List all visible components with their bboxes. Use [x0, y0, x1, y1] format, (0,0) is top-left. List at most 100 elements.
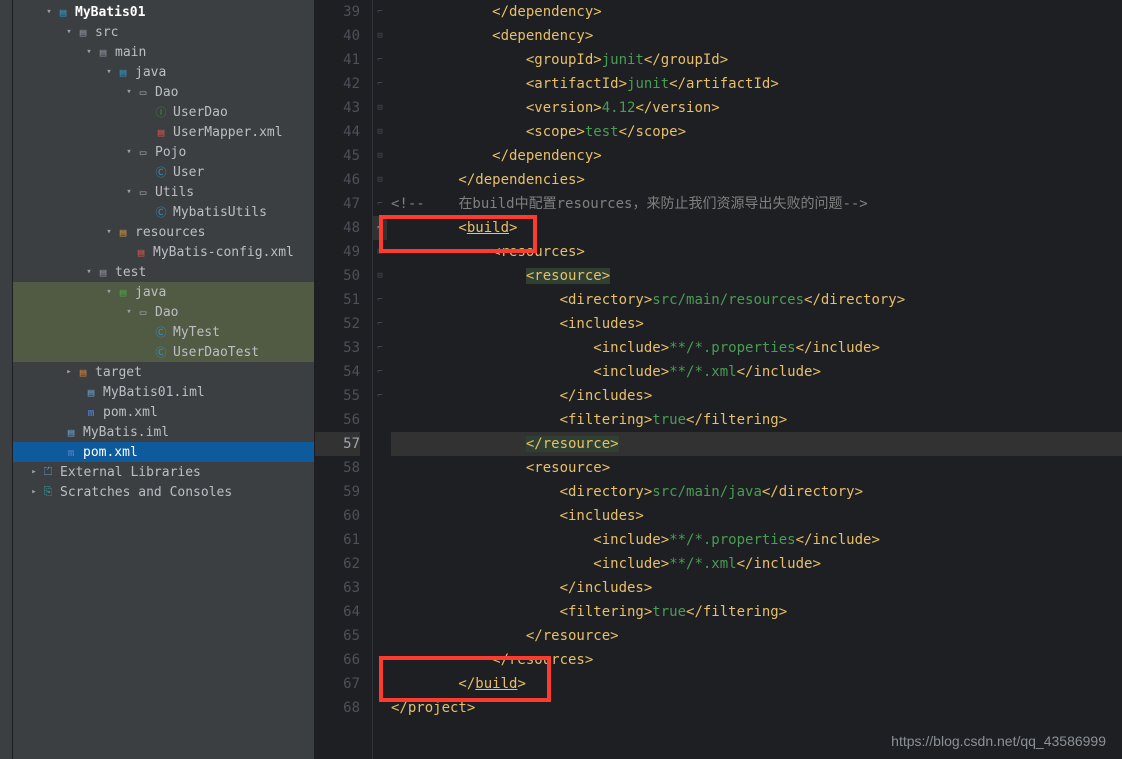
gutter-line-47: 47	[315, 192, 360, 216]
project-tree[interactable]: ▾▤MyBatis01 ▾▤src ▾▤main ▾▤java ▾▭Dao ⒾU…	[13, 0, 315, 759]
line-44: <scope>test</scope>	[391, 120, 1122, 144]
gutter-line-63: 63	[315, 576, 360, 600]
fold-mark-68[interactable]: ⌐	[373, 384, 387, 408]
tree-pkg-pojo[interactable]: ▾▭Pojo	[13, 142, 314, 162]
gutter-line-39: 39	[315, 0, 360, 24]
fold-mark-40[interactable]: ⊟	[373, 24, 387, 48]
line-63: </includes>	[391, 576, 1122, 600]
line-66: </resources>	[391, 648, 1122, 672]
tree-file-mybatis-config[interactable]: ▤MyBatis-config.xml	[13, 242, 314, 262]
gutter-line-67: 67	[315, 672, 360, 696]
gutter-line-50: 50	[315, 264, 360, 288]
line-49: <resources>	[391, 240, 1122, 264]
fold-mark-46[interactable]: ⌐	[373, 72, 387, 96]
tree-file-user[interactable]: ⒸUser	[13, 162, 314, 182]
gutter-line-56: 56	[315, 408, 360, 432]
line-52: <includes>	[391, 312, 1122, 336]
watermark: https://blog.csdn.net/qq_43586999	[891, 733, 1106, 749]
gutter-line-53: 53	[315, 336, 360, 360]
line-61: <include>**/*.properties</include>	[391, 528, 1122, 552]
tree-file-userdaotest[interactable]: ⒸUserDaoTest	[13, 342, 314, 362]
tree-file-mybatis-iml[interactable]: ▤MyBatis.iml	[13, 422, 314, 442]
line-56: <filtering>true</filtering>	[391, 408, 1122, 432]
tree-folder-src[interactable]: ▾▤src	[13, 22, 314, 42]
fold-mark-60[interactable]: ⊟	[373, 264, 387, 288]
tree-file-mybatisutils[interactable]: ⒸMybatisUtils	[13, 202, 314, 222]
gutter-line-62: 62	[315, 552, 360, 576]
fold-mark-65[interactable]: ⌐	[373, 312, 387, 336]
line-51: <directory>src/main/resources</directory…	[391, 288, 1122, 312]
tree-pkg-dao[interactable]: ▾▭Dao	[13, 82, 314, 102]
fold-mark-48[interactable]: ⊟	[373, 96, 387, 120]
tree-file-pom-xml[interactable]: mpom.xml	[13, 402, 314, 422]
fold-mark-57[interactable]: ⌐	[373, 216, 387, 240]
tree-external-libs[interactable]: ▸⏍External Libraries	[13, 462, 314, 482]
gutter-line-68: 68	[315, 696, 360, 720]
line-47: <!-- 在build中配置resources，来防止我们资源导出失败的问题--…	[391, 192, 1122, 216]
tree-folder-test-java[interactable]: ▾▤java	[13, 282, 314, 302]
tree-file-mytest[interactable]: ⒸMyTest	[13, 322, 314, 342]
line-58: <resource>	[391, 456, 1122, 480]
gutter-line-42: 42	[315, 72, 360, 96]
line-45: </dependency>	[391, 144, 1122, 168]
fold-mark-50[interactable]: ⊟	[373, 144, 387, 168]
tree-file-mybatis01-iml[interactable]: ▤MyBatis01.iml	[13, 382, 314, 402]
fold-mark-39[interactable]: ⌐	[373, 0, 387, 24]
tree-module-mybatis01[interactable]: ▾▤MyBatis01	[13, 2, 314, 22]
gutter-line-59: 59	[315, 480, 360, 504]
tree-folder-java[interactable]: ▾▤java	[13, 62, 314, 82]
line-55: </includes>	[391, 384, 1122, 408]
line-54: <include>**/*.xml</include>	[391, 360, 1122, 384]
gutter-line-49: 49	[315, 240, 360, 264]
code-editor[interactable]: 3940414243444546474849505152535455565758…	[315, 0, 1122, 759]
fold-mark-58[interactable]: ⊟	[373, 240, 387, 264]
line-65: </resource>	[391, 624, 1122, 648]
code-area[interactable]: </dependency> <dependency> <groupId>juni…	[387, 0, 1122, 759]
tree-file-usermapper-xml[interactable]: ▤UserMapper.xml	[13, 122, 314, 142]
gutter-line-61: 61	[315, 528, 360, 552]
fold-mark-67[interactable]: ⌐	[373, 360, 387, 384]
gutter-line-44: 44	[315, 120, 360, 144]
line-60: <includes>	[391, 504, 1122, 528]
gutter-line-55: 55	[315, 384, 360, 408]
line-64: <filtering>true</filtering>	[391, 600, 1122, 624]
gutter-line-65: 65	[315, 624, 360, 648]
fold-mark-52[interactable]: ⊟	[373, 168, 387, 192]
line-39: </dependency>	[391, 0, 1122, 24]
tree-folder-test[interactable]: ▾▤test	[13, 262, 314, 282]
gutter-line-58: 58	[315, 456, 360, 480]
tree-pkg-utils[interactable]: ▾▭Utils	[13, 182, 314, 202]
line-53: <include>**/*.properties</include>	[391, 336, 1122, 360]
tree-folder-resources[interactable]: ▾▤resources	[13, 222, 314, 242]
fold-mark-49[interactable]: ⊟	[373, 120, 387, 144]
tree-folder-main[interactable]: ▾▤main	[13, 42, 314, 62]
line-57: </resource>	[391, 432, 1122, 456]
tree-folder-target[interactable]: ▸▤target	[13, 362, 314, 382]
gutter-line-60: 60	[315, 504, 360, 528]
gutter: 3940414243444546474849505152535455565758…	[315, 0, 373, 759]
tree-file-userdao[interactable]: ⒾUserDao	[13, 102, 314, 122]
line-67: </build>	[391, 672, 1122, 696]
gutter-line-54: 54	[315, 360, 360, 384]
fold-mark-45[interactable]: ⌐	[373, 48, 387, 72]
gutter-line-52: 52	[315, 312, 360, 336]
fold-mark-55[interactable]: ⌐	[373, 192, 387, 216]
line-50: <resource>	[391, 264, 1122, 288]
line-68: </project>	[391, 696, 1122, 720]
line-62: <include>**/*.xml</include>	[391, 552, 1122, 576]
line-48: <build>	[391, 216, 1122, 240]
line-42: <artifactId>junit</artifactId>	[391, 72, 1122, 96]
gutter-line-43: 43	[315, 96, 360, 120]
line-46: </dependencies>	[391, 168, 1122, 192]
tree-file-root-pom[interactable]: mpom.xml	[13, 442, 314, 462]
fold-column[interactable]: ⌐⊟⌐⌐⊟⊟⊟⊟⌐⌐⊟⊟⌐⌐⌐⌐⌐	[373, 0, 387, 759]
line-43: <version>4.12</version>	[391, 96, 1122, 120]
tool-window-rail[interactable]	[0, 0, 13, 759]
gutter-line-51: 51	[315, 288, 360, 312]
fold-mark-63[interactable]: ⌐	[373, 288, 387, 312]
tree-scratches[interactable]: ▸⎘Scratches and Consoles	[13, 482, 314, 502]
line-41: <groupId>junit</groupId>	[391, 48, 1122, 72]
fold-mark-66[interactable]: ⌐	[373, 336, 387, 360]
gutter-line-64: 64	[315, 600, 360, 624]
tree-pkg-dao-test[interactable]: ▾▭Dao	[13, 302, 314, 322]
